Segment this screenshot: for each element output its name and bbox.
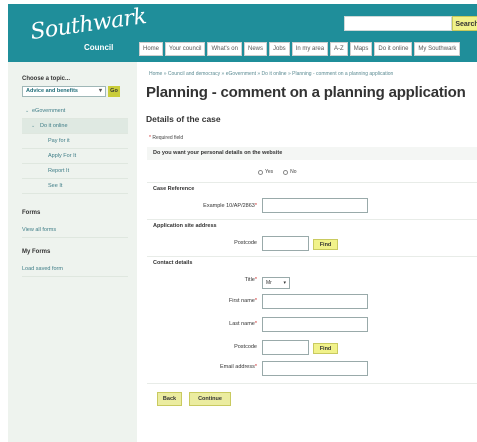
search-input[interactable] [344, 16, 452, 31]
sidebar-item-label: eGovernment [32, 108, 66, 114]
sidebar-item-egovernment[interactable]: ⌄ eGovernment [22, 104, 128, 119]
radio-no[interactable]: No [283, 169, 297, 175]
nav-tab-your-council[interactable]: Your council [165, 42, 206, 56]
nav-tab-jobs[interactable]: Jobs [269, 42, 290, 56]
email-label-text: Email address [220, 364, 255, 370]
contact-find-button[interactable]: Find [313, 343, 338, 354]
case-reference-label: Example 10/AP/2863* [137, 203, 257, 209]
last-name-label: Last name* [137, 321, 257, 327]
required-star: * [254, 203, 257, 209]
divider [147, 383, 477, 384]
required-star: * [254, 277, 257, 283]
logo-script-text: Southwark [28, 3, 148, 46]
radio-yes-label: Yes [265, 169, 274, 175]
topic-go-button[interactable]: Go [108, 86, 120, 97]
topic-select[interactable]: Advice and benefits ▾ [22, 86, 106, 97]
title-select-value: Mr [266, 280, 272, 286]
search-button[interactable]: Search [452, 16, 477, 31]
view-all-forms-link[interactable]: View all forms [22, 227, 128, 238]
site-postcode-label: Postcode [234, 240, 257, 246]
required-star: * [254, 364, 257, 370]
chevron-down-icon: ▾ [98, 88, 102, 94]
required-star: * [254, 298, 257, 304]
personal-details-question: Do you want your personal details on the… [147, 147, 477, 160]
case-reference-heading: Case Reference [153, 186, 195, 192]
email-input[interactable] [262, 361, 368, 376]
contact-details-heading: Contact details [153, 260, 193, 266]
chevron-down-icon: ⌄ [31, 123, 36, 129]
load-saved-form-link[interactable]: Load saved form [22, 266, 128, 277]
radio-no-label: No [290, 169, 297, 175]
chevron-down-icon: ⌄ [25, 108, 30, 114]
site-find-button[interactable]: Find [313, 239, 338, 250]
sidebar-item-see-it[interactable]: See It [22, 179, 128, 194]
site-address-heading: Application site address [153, 223, 217, 229]
site-header: Southwark Council Search Home Your counc… [8, 4, 477, 62]
required-note-text: Required field [152, 135, 184, 141]
required-note: * Required field [149, 135, 183, 141]
sidebar-item-label: Report It [48, 168, 70, 174]
required-star: * [149, 135, 151, 141]
choose-topic-heading: Choose a topic... [22, 76, 71, 82]
case-reference-input[interactable] [262, 198, 368, 213]
title-label-text: Title [244, 277, 255, 283]
sidebar-item-report-it[interactable]: Report It [22, 164, 128, 179]
nav-tab-do-it-online[interactable]: Do it online [374, 42, 413, 56]
nav-tab-my-southwark[interactable]: My Southwark [414, 42, 461, 56]
logo-subtext: Council [84, 43, 114, 52]
nav-tab-news[interactable]: News [243, 42, 267, 56]
sidebar-item-pay-for-it[interactable]: Pay for it [22, 134, 128, 149]
sidebar-item-label: Pay for it [48, 138, 70, 144]
chevron-down-icon: ▾ [283, 280, 286, 286]
my-forms-heading: My Forms [22, 249, 51, 255]
nav-tab-a-z[interactable]: A-Z [330, 42, 348, 56]
radio-no-circle[interactable] [283, 169, 289, 175]
radio-yes-circle[interactable] [258, 169, 263, 175]
title-label: Title* [137, 277, 257, 283]
sidebar-item-do-it-online[interactable]: ⌄ Do it online [22, 119, 128, 134]
sidebar-item-apply-for-it[interactable]: Apply For It [22, 149, 128, 164]
sidebar-item-label: Apply For It [48, 153, 77, 159]
nav-tab-home[interactable]: Home [139, 42, 164, 56]
main-content: Home » Council and democracy » eGovernme… [137, 62, 477, 442]
title-select[interactable]: Mr ▾ [262, 277, 290, 289]
section-title: Details of the case [146, 114, 221, 124]
email-label: Email address* [137, 364, 257, 370]
contact-postcode-label: Postcode [234, 344, 257, 350]
personal-details-radios: Yes No [258, 169, 297, 175]
first-name-label: First name* [137, 298, 257, 304]
browser-page: Southwark Council Search Home Your counc… [8, 4, 477, 442]
case-reference-label-text: Example 10/AP/2863 [203, 203, 255, 209]
nav-tab-whats-on[interactable]: What's on [207, 42, 242, 56]
required-star: * [254, 321, 257, 327]
nav-tab-maps[interactable]: Maps [349, 42, 373, 56]
back-button[interactable]: Back [157, 392, 182, 406]
site-postcode-input[interactable] [262, 236, 309, 251]
council-logo[interactable]: Southwark Council [22, 4, 148, 56]
sidebar-item-label: See It [48, 183, 63, 189]
last-name-label-text: Last name [229, 321, 255, 327]
page-title: Planning - comment on a planning applica… [146, 84, 466, 101]
first-name-label-text: First name [228, 298, 255, 304]
nav-tab-in-my-area[interactable]: In my area [291, 42, 329, 56]
sidebar-item-label: Do it online [40, 123, 68, 129]
main-nav: Home Your council What's on News Jobs In… [139, 42, 461, 56]
radio-yes[interactable]: Yes [258, 169, 273, 175]
contact-postcode-input[interactable] [262, 340, 309, 355]
topic-select-value: Advice and benefits [26, 88, 78, 94]
forms-heading: Forms [22, 210, 41, 216]
breadcrumb[interactable]: Home » Council and democracy » eGovernme… [149, 71, 393, 77]
continue-button[interactable]: Continue [189, 392, 231, 406]
sidebar: Choose a topic... Advice and benefits ▾ … [8, 62, 134, 442]
last-name-input[interactable] [262, 317, 368, 332]
first-name-input[interactable] [262, 294, 368, 309]
